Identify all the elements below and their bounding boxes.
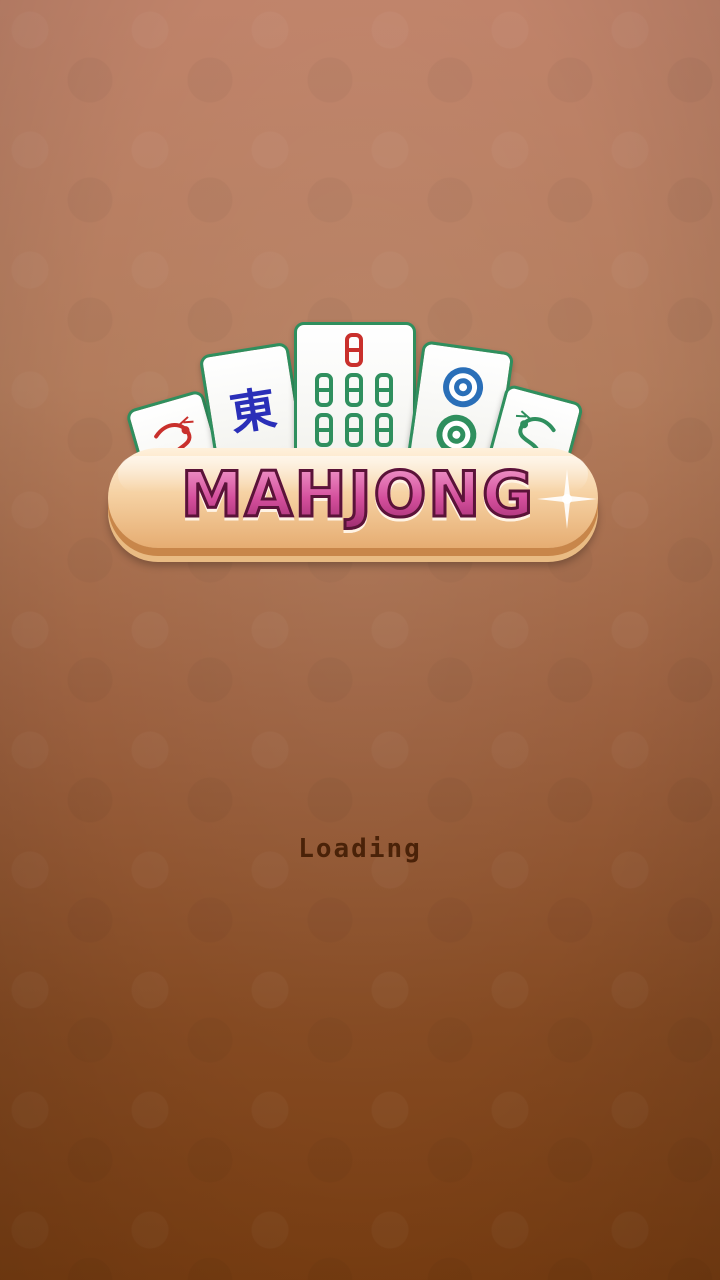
background-pattern (0, 0, 720, 1280)
background-vignette (0, 0, 720, 1280)
game-logo: 東 MAHJONG (108, 318, 608, 580)
east-wind-glyph: 東 (226, 381, 280, 442)
sparkle-icon (537, 469, 597, 529)
loading-text: Loading (298, 834, 422, 864)
